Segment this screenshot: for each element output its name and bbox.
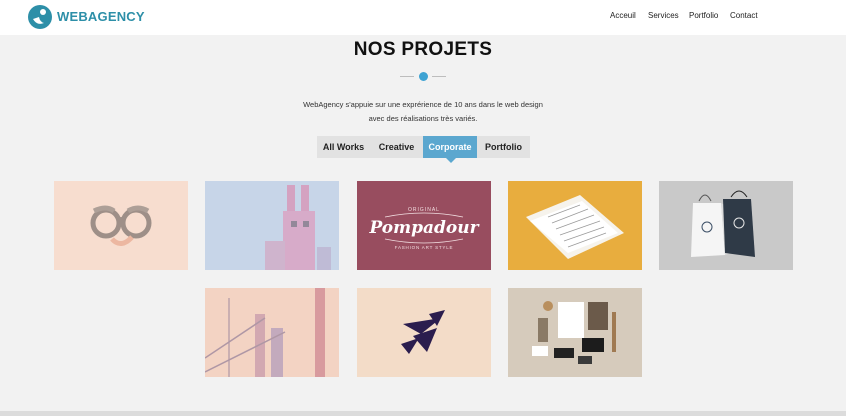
active-filter-caret-icon [446, 158, 456, 163]
portfolio-item-pompadour[interactable]: ORIGINAL Pompadour FASHION ART STYLE [357, 181, 491, 270]
title-divider-left [400, 76, 414, 77]
portfolio-item-stationery[interactable] [508, 288, 642, 377]
nav-contact[interactable]: Contact [730, 11, 758, 20]
title-divider-right [432, 76, 446, 77]
filter-all-works[interactable]: All Works [317, 136, 370, 158]
portfolio-item-abstract-logo[interactable] [357, 288, 491, 377]
filter-creative[interactable]: Creative [370, 136, 423, 158]
nav-portfolio[interactable]: Portfolio [689, 11, 718, 20]
filter-portfolio[interactable]: Portfolio [477, 136, 530, 158]
pompadour-logo-top-text: ORIGINAL [408, 207, 440, 213]
section-description-line2: avec des réalisations très variés. [368, 114, 478, 123]
webagency-logo-icon[interactable] [27, 4, 53, 30]
portfolio-item-glasses[interactable] [54, 181, 188, 270]
nav-services[interactable]: Services [648, 11, 679, 20]
portfolio-item-pink-rabbit[interactable] [205, 181, 339, 270]
portfolio-item-shopping-bags[interactable] [659, 181, 793, 270]
nav-acceuil[interactable]: Acceuil [610, 11, 636, 20]
pompadour-logo-bottom-text: FASHION ART STYLE [395, 245, 454, 250]
section-description-line1: WebAgency s'appuie sur une exprérience d… [303, 100, 543, 109]
site-header: WEBAGENCY Acceuil Services Portfolio Con… [0, 0, 846, 35]
portfolio-filter-bar: All Works Creative Corporate Portfolio [317, 136, 530, 158]
portfolio-item-documents[interactable] [508, 181, 642, 270]
brand-name[interactable]: WEBAGENCY [57, 9, 145, 24]
pompadour-logo-text: Pompadour [368, 218, 479, 238]
title-divider-dot [419, 72, 428, 81]
bottom-strip [0, 411, 846, 416]
filter-corporate[interactable]: Corporate [423, 136, 477, 158]
portfolio-item-city[interactable] [205, 288, 339, 377]
section-title: NOS PROJETS [353, 39, 493, 60]
